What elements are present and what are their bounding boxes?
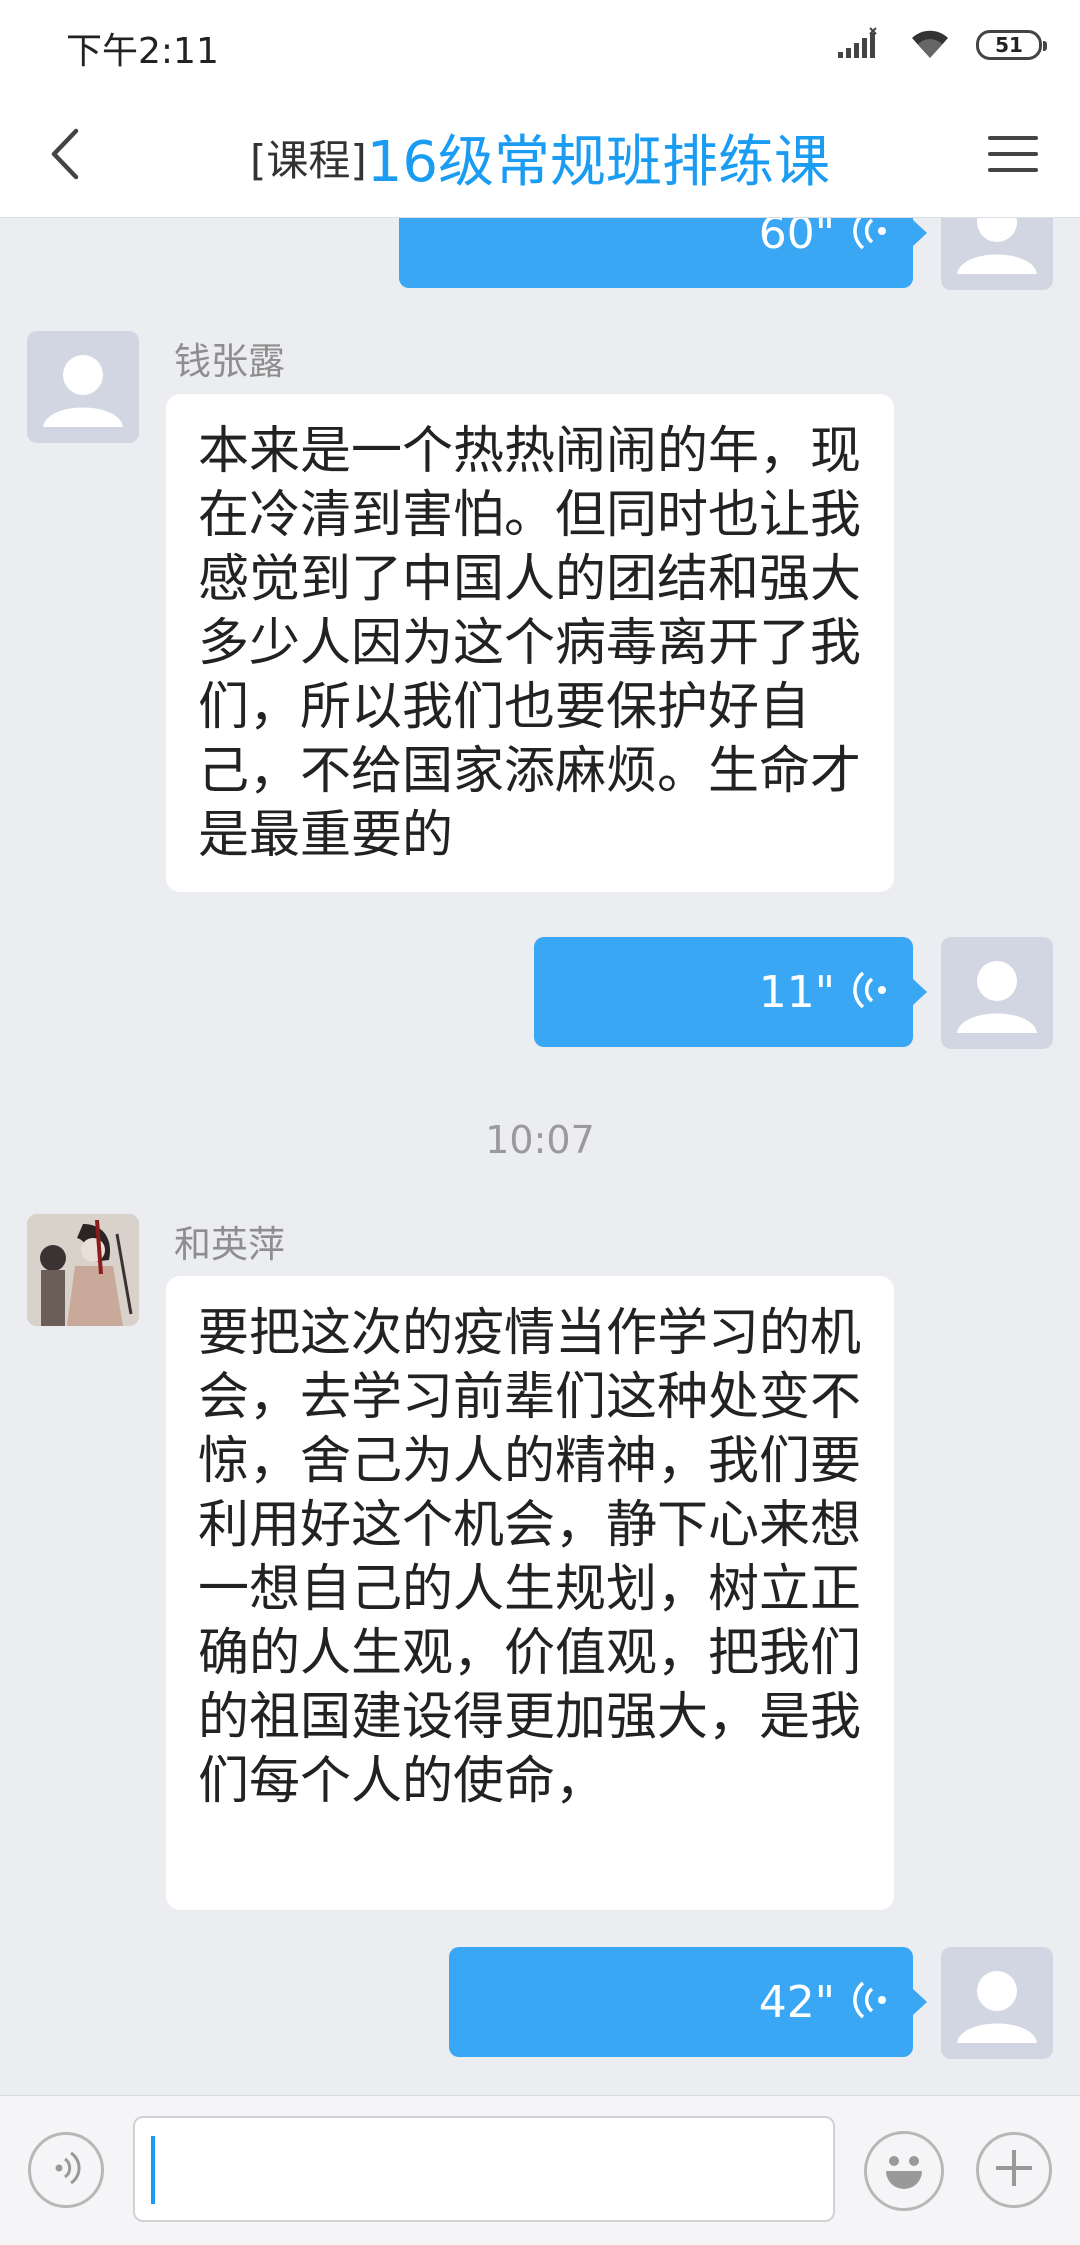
status-time: 下午2:11 <box>66 31 219 72</box>
sender-name: 钱张露 <box>174 340 285 383</box>
sender-avatar[interactable] <box>27 1214 139 1326</box>
my-avatar[interactable] <box>941 218 1053 290</box>
title-tag: [课程] <box>249 136 367 185</box>
input-bar <box>0 2095 1080 2245</box>
menu-button[interactable] <box>980 123 1046 189</box>
voice-message-bubble[interactable]: 42" <box>449 1947 927 2057</box>
nav-bar: [课程]16级常规班排练课 <box>0 95 1080 218</box>
sender-name: 和英萍 <box>174 1223 285 1266</box>
text-message-bubble[interactable]: 本来是一个热热闹闹的年，现在冷清到害怕。但同时也让我感觉到了中国人的团结和强大多… <box>166 394 894 892</box>
signal-icon <box>836 26 884 64</box>
voice-duration: 11" <box>758 966 835 1018</box>
smiley-icon <box>874 2139 934 2203</box>
plus-icon <box>992 2146 1036 2194</box>
status-icons: 51 <box>836 26 1047 64</box>
battery-icon: 51 <box>976 30 1047 60</box>
speaker-icon <box>46 2148 86 2192</box>
voice-wave-icon <box>851 218 887 255</box>
timestamp-divider: 10:07 <box>485 1118 595 1162</box>
chat-list[interactable]: 60" 钱张露 本来是一个热热闹闹的年，现在冷清到害怕。但同时也让我感觉到了中国… <box>0 218 1080 2095</box>
message-input[interactable] <box>133 2116 835 2222</box>
voice-duration: 42" <box>758 1976 835 2028</box>
page-title: [课程]16级常规班排练课 <box>0 117 1080 198</box>
more-button[interactable] <box>976 2132 1052 2208</box>
status-bar: 下午2:11 51 <box>0 0 1080 95</box>
hamburger-menu-icon <box>986 132 1040 180</box>
text-cursor <box>151 2136 155 2204</box>
text-message-bubble[interactable]: 要把这次的疫情当作学习的机会，去学习前辈们这种处变不惊，舍己为人的精神，我们要利… <box>166 1276 894 1910</box>
my-avatar[interactable] <box>941 937 1053 1049</box>
voice-duration: 60" <box>758 218 835 259</box>
wifi-icon <box>908 26 952 64</box>
voice-wave-icon <box>851 1980 887 2024</box>
sender-avatar[interactable] <box>27 331 139 443</box>
voice-wave-icon <box>851 970 887 1014</box>
voice-message-bubble[interactable]: 11" <box>534 937 927 1047</box>
voice-message-bubble[interactable]: 60" <box>399 218 927 288</box>
emoji-button[interactable] <box>864 2131 944 2211</box>
voice-input-button[interactable] <box>28 2132 104 2208</box>
title-text: 16级常规班排练课 <box>366 130 831 195</box>
my-avatar[interactable] <box>941 1947 1053 2059</box>
